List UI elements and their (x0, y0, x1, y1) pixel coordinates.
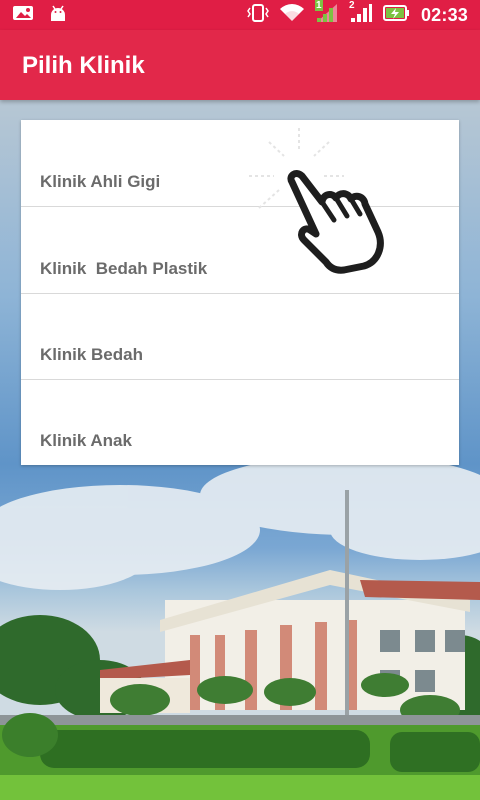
battery-charging-icon (382, 4, 411, 27)
signal-1-icon: 1 (314, 0, 339, 29)
clinic-item-label: Klinik Ahli Gigi (40, 172, 161, 191)
image-icon (12, 4, 34, 27)
wifi-icon (279, 3, 305, 28)
tap-hand-icon (244, 128, 394, 278)
status-time: 02:33 (420, 4, 468, 25)
status-bar: 1 2 02:33 (0, 0, 480, 30)
clinic-item-label: Klinik Bedah (40, 345, 143, 364)
vibrate-icon (247, 3, 269, 28)
sim1-label: 1 (314, 0, 323, 11)
clinic-item-label: Klinik Bedah Plastik (40, 259, 208, 278)
android-icon (48, 4, 68, 27)
sim2-label: 2 (348, 0, 355, 11)
clinic-item-bedah[interactable]: Klinik Bedah (21, 293, 459, 380)
page-title: Pilih Klinik (22, 52, 145, 79)
clinic-item-label: Klinik Anak (40, 431, 132, 450)
app-bar: Pilih Klinik (0, 30, 480, 100)
clinic-item-anak[interactable]: Klinik Anak (21, 379, 459, 465)
signal-2-icon: 2 (348, 0, 373, 29)
